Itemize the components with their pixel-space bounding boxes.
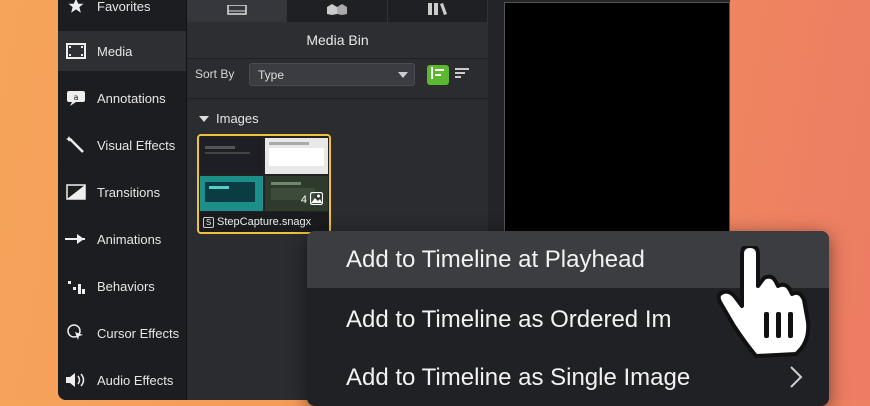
list-view-icon xyxy=(431,66,445,84)
sort-row: Sort By Type xyxy=(187,62,488,88)
cursor-icon xyxy=(65,322,87,344)
svg-text:a: a xyxy=(74,93,79,102)
snagit-file-icon: S xyxy=(203,216,214,228)
image-stack-icon xyxy=(309,191,324,208)
magic-wand-icon xyxy=(65,134,87,156)
annotation-icon: a xyxy=(65,87,87,109)
behaviors-icon xyxy=(65,275,87,297)
animation-icon xyxy=(65,228,87,250)
sidebar-item-annotations[interactable]: a Annotations xyxy=(58,78,186,118)
media-item-caption: StepCapture.snagx xyxy=(217,216,312,228)
images-group-header[interactable]: Images xyxy=(199,111,259,126)
menu-item-label: Add to Timeline at Playhead xyxy=(346,245,645,273)
image-count-badge: 4 xyxy=(300,191,324,208)
divider xyxy=(187,98,488,99)
sidebar-item-audio-effects[interactable]: Audio Effects xyxy=(58,360,186,400)
caret-down-icon xyxy=(199,115,209,122)
sidebar-item-label: Cursor Effects xyxy=(97,325,180,341)
sidebar: Favorites Media a Annotations Visual Eff… xyxy=(58,0,187,400)
sidebar-item-label: Media xyxy=(97,43,133,59)
sidebar-item-label: Behaviors xyxy=(97,278,155,294)
chevron-down-icon xyxy=(398,72,408,78)
menu-item-label: Add to Timeline as Single Image xyxy=(346,363,691,391)
hand-cursor-icon xyxy=(716,246,811,358)
sidebar-item-label: Audio Effects xyxy=(97,372,174,388)
sidebar-item-label: Annotations xyxy=(97,90,166,106)
menu-item-label: Add to Timeline as Ordered Im xyxy=(346,305,672,333)
list-view-button[interactable] xyxy=(427,65,449,85)
sidebar-item-cursor-effects[interactable]: Cursor Effects xyxy=(58,313,186,353)
film-icon xyxy=(65,40,87,62)
sort-by-select[interactable]: Type xyxy=(249,63,415,86)
sidebar-item-animations[interactable]: Animations xyxy=(58,219,186,259)
sidebar-item-favorites[interactable]: Favorites xyxy=(58,0,186,26)
media-item-caption-bar: S StepCapture.snagx xyxy=(199,212,329,232)
books-tab-icon xyxy=(426,2,448,20)
sidebar-item-transitions[interactable]: Transitions xyxy=(58,172,186,212)
star-icon xyxy=(65,0,87,17)
film-tab-icon xyxy=(226,2,247,20)
transition-icon xyxy=(65,181,87,203)
tab-library[interactable] xyxy=(287,0,388,22)
sidebar-item-label: Transitions xyxy=(97,184,161,200)
sort-by-value: Type xyxy=(258,68,285,82)
sidebar-item-label: Animations xyxy=(97,231,162,247)
media-bin-title: Media Bin xyxy=(187,22,488,59)
sidebar-item-media[interactable]: Media xyxy=(58,31,186,71)
media-item-thumbnail[interactable]: 4 S StepCapture.snagx xyxy=(197,134,331,234)
group-label: Images xyxy=(216,111,259,126)
tab-books[interactable] xyxy=(388,0,488,22)
panel-tabs xyxy=(187,0,488,22)
library-tab-icon xyxy=(325,2,349,20)
sidebar-item-label: Visual Effects xyxy=(97,137,176,153)
sidebar-item-label: Favorites xyxy=(97,0,151,14)
sort-lines-icon xyxy=(455,66,469,84)
speaker-icon xyxy=(65,369,87,391)
tab-media-bin[interactable] xyxy=(187,0,288,22)
sort-by-label: Sort By xyxy=(195,67,235,81)
chevron-right-icon xyxy=(789,365,803,396)
sidebar-item-behaviors[interactable]: Behaviors xyxy=(58,266,186,306)
image-count: 4 xyxy=(300,194,307,206)
sidebar-item-visual-effects[interactable]: Visual Effects xyxy=(58,125,186,165)
sort-order-button[interactable] xyxy=(451,65,473,85)
